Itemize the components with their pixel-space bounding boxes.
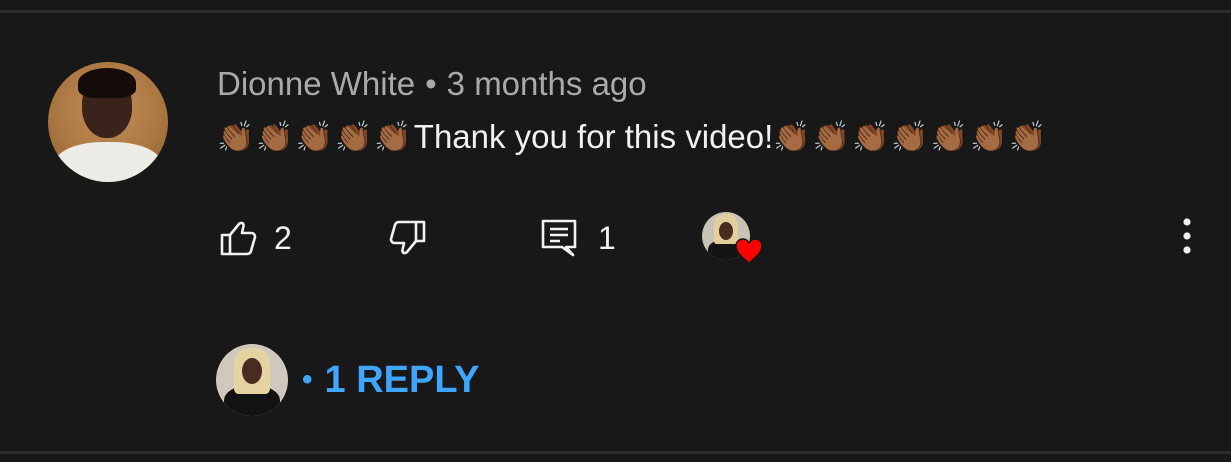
thumbs-up-icon — [220, 221, 257, 256]
reply-label: 1 REPLY — [324, 358, 480, 401]
comment-icon — [541, 219, 577, 257]
header-separator: • — [425, 65, 437, 102]
author-name[interactable]: Dionne White — [217, 65, 415, 103]
comment-actions: 2 1 — [0, 210, 1231, 266]
view-replies[interactable]: • 1 REPLY — [216, 344, 479, 416]
comment-timestamp[interactable]: 3 months ago — [447, 65, 647, 103]
commenter-avatar[interactable] — [48, 62, 168, 182]
clap-emoji-prefix: 👏🏾👏🏾👏🏾👏🏾👏🏾 — [217, 119, 414, 155]
clap-emoji-suffix: 👏🏾👏🏾👏🏾👏🏾👏🏾👏🏾👏🏾 — [773, 119, 1049, 155]
view-replies-link[interactable]: • 1 REPLY — [302, 359, 479, 402]
comment-body: Thank you for this video! — [413, 118, 774, 155]
like-button[interactable]: 2 — [218, 210, 292, 266]
heart-icon — [735, 238, 763, 264]
thumbs-down-icon — [389, 220, 426, 255]
reply-dot: • — [302, 363, 313, 396]
reply-author-avatar — [216, 344, 288, 416]
creator-heart-badge — [702, 212, 766, 268]
reply-button[interactable]: 1 — [540, 210, 616, 266]
comment-header: Dionne White • 3 months ago — [217, 64, 647, 104]
more-vertical-icon — [1183, 218, 1191, 254]
like-count: 2 — [274, 219, 292, 256]
bottom-divider — [0, 451, 1231, 454]
comment-text: 👏🏾👏🏾👏🏾👏🏾👏🏾 Thank you for this video! 👏🏾👏… — [217, 114, 1049, 160]
avatar-shirt — [54, 142, 162, 182]
reply-avatar-face — [242, 358, 262, 384]
dislike-button[interactable] — [388, 210, 428, 266]
comment-thread: Dionne White • 3 months ago 👏🏾👏🏾👏🏾👏🏾👏🏾 T… — [0, 0, 1231, 462]
creator-avatar-face — [719, 222, 733, 240]
top-divider — [0, 10, 1231, 13]
reply-count: 1 — [598, 219, 616, 256]
more-actions-button[interactable] — [1172, 216, 1202, 256]
avatar-hair — [78, 68, 136, 98]
